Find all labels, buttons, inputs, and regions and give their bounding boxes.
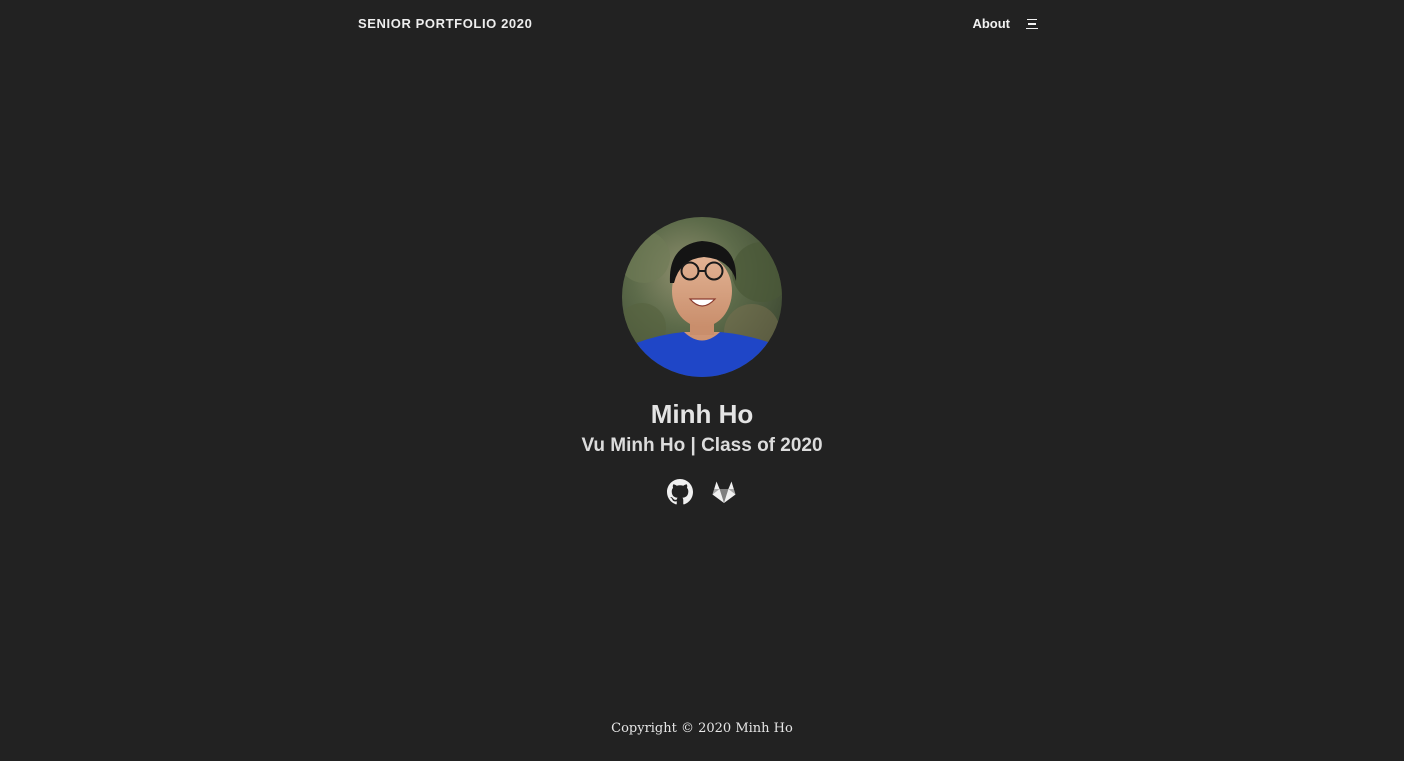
top-nav: About bbox=[972, 14, 1040, 34]
avatar bbox=[622, 217, 782, 377]
site-footer: Copyright © 2020 Minh Ho bbox=[0, 721, 1404, 736]
social-links bbox=[0, 479, 1404, 505]
gitlab-icon[interactable] bbox=[711, 479, 737, 505]
nav-about-link[interactable]: About bbox=[972, 14, 1010, 34]
profile-section: Minh Ho Vu Minh Ho | Class of 2020 bbox=[0, 217, 1404, 505]
site-header: SENIOR PORTFOLIO 2020 About bbox=[358, 0, 1040, 48]
profile-name: Minh Ho bbox=[650, 399, 754, 429]
hamburger-menu-icon[interactable] bbox=[1026, 14, 1040, 34]
profile-tagline: Vu Minh Ho | Class of 2020 bbox=[581, 435, 823, 456]
copyright-text: Copyright © 2020 Minh Ho bbox=[611, 721, 793, 736]
site-title-link[interactable]: SENIOR PORTFOLIO 2020 bbox=[358, 16, 532, 31]
github-icon[interactable] bbox=[667, 479, 693, 505]
